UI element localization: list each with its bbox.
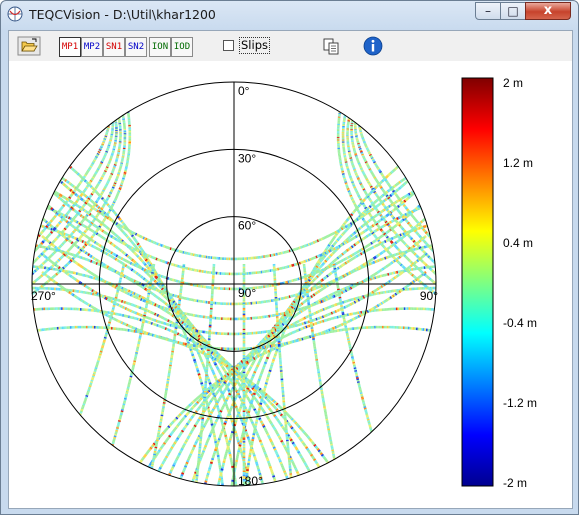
- observable-button-mp2[interactable]: MP2: [81, 37, 103, 57]
- info-button[interactable]: [362, 36, 384, 56]
- azimuth-label-west: 270°: [31, 289, 56, 303]
- skyplot-canvas: 0° 90° 180° 270° 30° 60° 90° 2 m 1.2 m 0.4 m -0.4 …: [31, 76, 537, 490]
- colorbar-tick-label: 0.4 m: [503, 236, 533, 250]
- observable-button-mp1[interactable]: MP1: [59, 37, 81, 57]
- slips-checkbox[interactable]: [223, 40, 234, 51]
- close-icon: x: [543, 3, 553, 18]
- app-window: TEQCVision - D:\Util\khar1200 – □ x MP1 M…: [0, 0, 579, 515]
- observable-button-sn1[interactable]: SN1: [103, 37, 125, 57]
- toolbar: MP1 MP2 SN1 SN2 ION IOD Slips: [9, 31, 572, 61]
- title-bar[interactable]: TEQCVision - D:\Util\khar1200 – □ x: [1, 1, 578, 29]
- observable-button-iod[interactable]: IOD: [171, 37, 193, 57]
- folder-open-icon: [17, 36, 41, 56]
- observable-button-sn2[interactable]: SN2: [125, 37, 147, 57]
- colorbar-tick-label: -2 m: [503, 476, 527, 490]
- elevation-label-60: 60°: [238, 219, 256, 233]
- open-button[interactable]: [17, 36, 41, 56]
- observable-button-ion[interactable]: ION: [149, 37, 171, 57]
- maximize-icon: □: [507, 4, 519, 18]
- app-icon: [7, 6, 23, 22]
- colorbar-tick-label: -1.2 m: [503, 396, 537, 410]
- slips-label[interactable]: Slips: [239, 37, 270, 54]
- skyplot-area: 0° 90° 180° 270° 30° 60° 90° 2 m 1.2 m 0.4 m -0.4 …: [9, 61, 572, 508]
- azimuth-label-south: 180°: [238, 474, 263, 488]
- info-icon: [363, 36, 383, 56]
- minimize-button[interactable]: –: [475, 2, 501, 20]
- colorbar-tick-label: 2 m: [503, 76, 523, 90]
- maximize-button[interactable]: □: [500, 2, 526, 20]
- colorbar-tick-label: 1.2 m: [503, 156, 533, 170]
- colorbar: [461, 77, 494, 487]
- window-title: TEQCVision - D:\Util\khar1200: [29, 7, 216, 22]
- azimuth-label-east: 90°: [420, 289, 438, 303]
- elevation-label-30: 30°: [238, 151, 256, 165]
- colorbar-tick-label: -0.4 m: [503, 316, 537, 330]
- elevation-label-90: 90°: [238, 286, 256, 300]
- client-area: MP1 MP2 SN1 SN2 ION IOD Slips 0° 90° 180…: [8, 30, 573, 509]
- close-button[interactable]: x: [525, 2, 571, 20]
- copy-button[interactable]: [320, 36, 342, 56]
- minimize-icon: –: [485, 4, 491, 18]
- copy-icon: [323, 38, 339, 55]
- azimuth-label-north: 0°: [238, 84, 250, 98]
